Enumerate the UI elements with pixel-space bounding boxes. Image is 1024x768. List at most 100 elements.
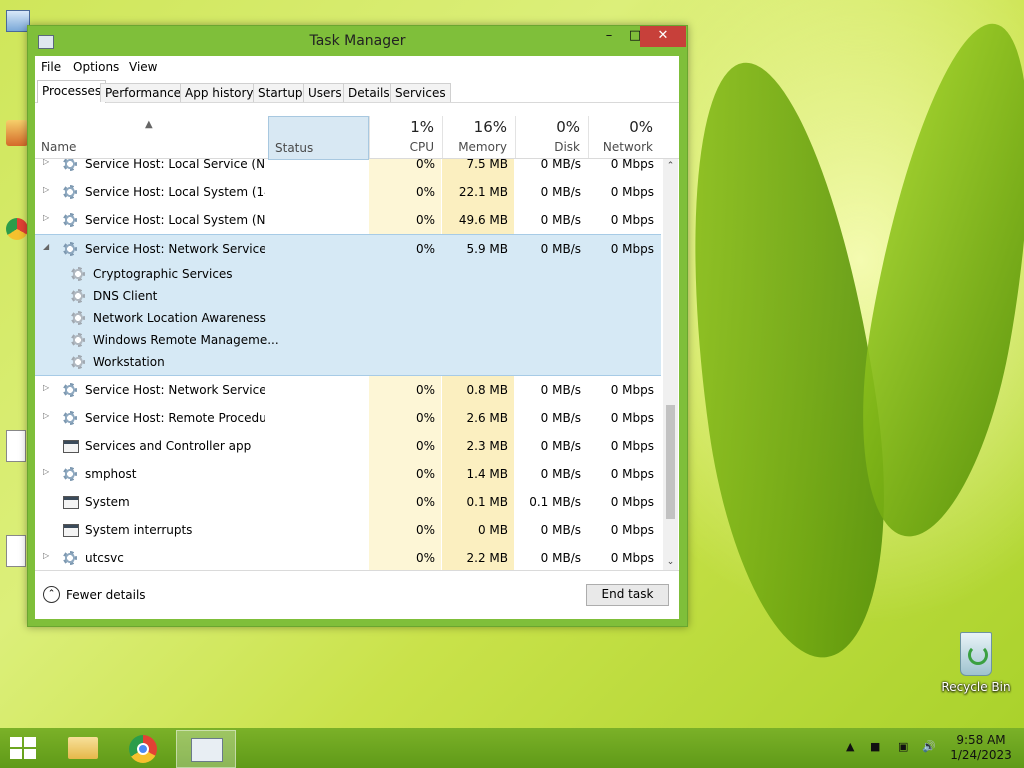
header-memory[interactable]: 16% Memory	[442, 116, 515, 158]
desktop-icon-new-document[interactable]	[0, 430, 30, 462]
scroll-up-arrow-icon[interactable]: ⌃	[663, 159, 678, 173]
desktop-icon-data[interactable]	[0, 120, 30, 146]
windows-logo-icon	[10, 737, 22, 747]
expand-right-icon[interactable]: ▷	[43, 383, 53, 392]
process-memory: 2.3 MB	[466, 439, 508, 453]
desktop-icon-new-document-2[interactable]	[0, 535, 30, 567]
process-memory: 22.1 MB	[458, 185, 508, 199]
process-disk: 0 MB/s	[540, 467, 581, 481]
process-name: utcsvc	[85, 551, 124, 565]
desktop-icon-chrome[interactable]	[0, 218, 30, 240]
process-cpu: 0%	[415, 159, 435, 171]
child-service-item[interactable]: Network Location Awareness	[35, 307, 661, 329]
header-network[interactable]: 0% Network	[588, 116, 661, 158]
memory-total: 16%	[473, 118, 507, 136]
tab-app-history[interactable]: App history	[180, 83, 259, 102]
menu-file[interactable]: File	[41, 60, 61, 74]
desktop-icon-recycle-bin[interactable]: Recycle Bin	[940, 632, 1012, 694]
process-disk: 0 MB/s	[540, 523, 581, 537]
table-row[interactable]: ▷ Service Host: Network Service (... 0% 0.8…	[35, 376, 661, 404]
table-row[interactable]: System interrupts 0% 0 MB 0 MB/s 0 Mbps	[35, 516, 661, 544]
table-row[interactable]: ▷ utcsvc 0% 2.2 MB 0 MB/s 0 Mbps	[35, 544, 661, 570]
volume-icon[interactable]: 🔊	[922, 740, 936, 753]
menu-options[interactable]: Options	[73, 60, 119, 74]
header-disk-label: Disk	[554, 140, 580, 154]
vertical-scrollbar[interactable]: ⌃ ⌄	[663, 159, 678, 570]
expand-right-icon[interactable]: ▷	[43, 551, 53, 560]
tab-users[interactable]: Users	[303, 83, 347, 102]
taskbar-file-explorer[interactable]	[52, 730, 110, 766]
process-network: 0 Mbps	[610, 439, 654, 453]
menu-view[interactable]: View	[129, 60, 157, 74]
process-cpu: 0%	[415, 439, 435, 453]
header-name-label: Name	[41, 140, 77, 154]
child-service-item[interactable]: Cryptographic Services	[35, 263, 661, 285]
table-row[interactable]: ▷ Service Host: Remote Procedure... 0% 2.6 …	[35, 404, 661, 432]
process-disk: 0 MB/s	[540, 383, 581, 397]
header-disk[interactable]: 0% Disk	[515, 116, 588, 158]
process-network: 0 Mbps	[610, 383, 654, 397]
windows-logo-icon	[24, 737, 36, 747]
header-cpu[interactable]: 1% CPU	[369, 116, 442, 158]
minimize-button[interactable]: –	[596, 26, 622, 47]
table-row[interactable]: Services and Controller app 0% 2.3 MB 0 MB/…	[35, 432, 661, 460]
table-row[interactable]: System 0% 0.1 MB 0.1 MB/s 0 Mbps	[35, 488, 661, 516]
gear-icon	[63, 467, 77, 481]
app-window-icon	[63, 439, 79, 453]
table-row[interactable]: ▷ Service Host: Local Service (No ... 0% 7.…	[35, 159, 661, 178]
end-task-button[interactable]: End task	[586, 584, 669, 606]
header-name[interactable]: ▲ Name	[35, 116, 268, 158]
child-service-item[interactable]: Windows Remote Manageme...	[35, 329, 661, 351]
process-network: 0 Mbps	[610, 411, 654, 425]
close-button[interactable]: ✕	[640, 26, 686, 47]
process-network: 0 Mbps	[610, 159, 654, 171]
header-status-label: Status	[275, 141, 314, 155]
action-center-icon[interactable]: ■	[870, 740, 880, 753]
taskbar-chrome[interactable]	[114, 730, 172, 766]
table-row[interactable]: ▷ smphost 0% 1.4 MB 0 MB/s 0 Mbps	[35, 460, 661, 488]
process-name: Service Host: Remote Procedure...	[85, 411, 265, 425]
process-cpu: 0%	[415, 523, 435, 537]
cpu-total: 1%	[410, 118, 434, 136]
table-row[interactable]: ▷ Service Host: Local System (Net... 0% 49.…	[35, 206, 661, 234]
expand-right-icon[interactable]: ▷	[43, 185, 53, 194]
desktop-icon-my-computer[interactable]	[0, 10, 30, 32]
tab-services[interactable]: Services	[390, 83, 451, 102]
tab-details[interactable]: Details	[343, 83, 395, 102]
expanded-process-group: ◢ Service Host: Network Service (5) 0% 5.9 …	[35, 234, 661, 376]
clock-time: 9:58 AM	[956, 733, 1006, 747]
scroll-down-arrow-icon[interactable]: ⌄	[663, 555, 678, 569]
table-row[interactable]: ▷ Service Host: Local System (14) 0% 22.1 M…	[35, 178, 661, 206]
taskbar-task-manager[interactable]	[176, 730, 236, 768]
fewer-details-button[interactable]: ⌃ Fewer details	[43, 586, 146, 603]
window-title: Task Manager	[309, 33, 406, 49]
child-service-item[interactable]: DNS Client	[35, 285, 661, 307]
network-icon[interactable]: ▣	[898, 740, 908, 753]
service-name: Cryptographic Services	[93, 267, 233, 281]
expand-right-icon[interactable]: ▷	[43, 411, 53, 420]
show-hidden-icons-icon[interactable]: ▲	[846, 740, 854, 753]
window-client: File Options View Processes Performance …	[35, 56, 679, 619]
gear-icon	[63, 411, 77, 425]
expand-right-icon[interactable]: ▷	[43, 213, 53, 222]
child-service-item[interactable]: Workstation	[35, 351, 661, 373]
gear-icon	[63, 383, 77, 397]
expand-right-icon[interactable]: ▷	[43, 159, 53, 166]
process-disk: 0 MB/s	[540, 159, 581, 171]
clock[interactable]: 9:58 AM 1/24/2023	[946, 733, 1016, 763]
expand-right-icon[interactable]: ▷	[43, 467, 53, 476]
process-disk: 0 MB/s	[540, 411, 581, 425]
process-name: Service Host: Local System (14)	[85, 185, 265, 199]
recycle-bin-label: Recycle Bin	[941, 680, 1011, 694]
scrollbar-thumb[interactable]	[666, 405, 675, 519]
tab-performance[interactable]: Performance	[100, 83, 187, 102]
tab-processes[interactable]: Processes	[37, 80, 107, 103]
header-status[interactable]: Status	[268, 116, 369, 160]
start-button[interactable]	[10, 737, 38, 761]
table-row[interactable]: ◢ Service Host: Network Service (5) 0% 5.9 …	[35, 235, 661, 263]
process-network: 0 Mbps	[610, 523, 654, 537]
footer-bar: ⌃ Fewer details End task	[35, 570, 679, 619]
expand-down-icon[interactable]: ◢	[43, 242, 53, 251]
tab-startup[interactable]: Startup	[253, 83, 308, 102]
title-bar[interactable]: Task Manager – □ ✕	[28, 26, 687, 56]
